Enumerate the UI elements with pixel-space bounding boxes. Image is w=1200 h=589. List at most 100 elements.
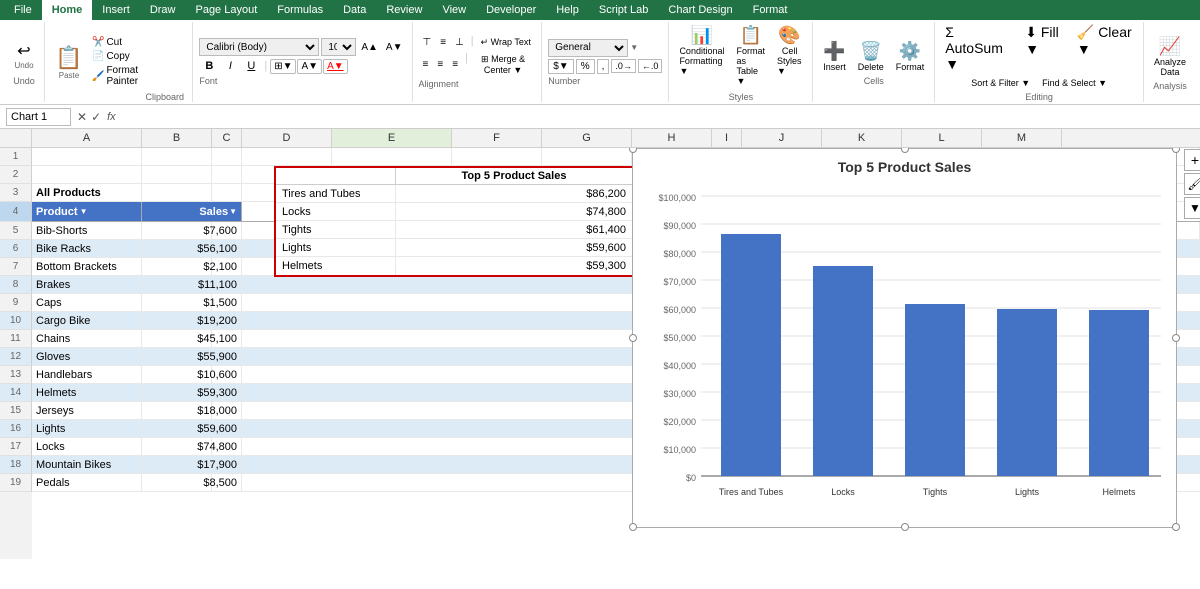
cell-c11[interactable]: $45,100 xyxy=(212,330,242,347)
ribbon-tab-developer[interactable]: Developer xyxy=(476,0,546,20)
ribbon-tab-insert[interactable]: Insert xyxy=(92,0,140,20)
row-num-3[interactable]: 3 xyxy=(0,184,32,202)
cell-c3[interactable] xyxy=(212,184,242,201)
row-num-2[interactable]: 2 xyxy=(0,166,32,184)
col-header-d[interactable]: D xyxy=(242,129,332,147)
cell-b2[interactable] xyxy=(142,166,212,183)
insert-button[interactable]: ➕ Insert xyxy=(819,39,850,74)
cell-a12[interactable]: Gloves xyxy=(32,348,142,365)
cell-c5[interactable]: $7,600 xyxy=(212,222,242,239)
conditional-formatting-button[interactable]: 📊 Conditional Formatting ▼ xyxy=(675,23,728,88)
format-button[interactable]: ⚙️ Format xyxy=(892,39,929,74)
ribbon-tab-scriptlab[interactable]: Script Lab xyxy=(589,0,659,20)
row-num-15[interactable]: 15 xyxy=(0,402,32,420)
cut-button[interactable]: ✂️Cut xyxy=(89,36,141,49)
cell-c8[interactable]: $11,100 xyxy=(212,276,242,293)
col-header-m[interactable]: M xyxy=(982,129,1062,147)
decrease-decimal-button[interactable]: ←.0 xyxy=(638,59,663,73)
sort-filter-button[interactable]: Sort & Filter ▼ xyxy=(967,76,1034,90)
paste-button[interactable]: 📋 Paste xyxy=(51,22,87,102)
top5-row-2[interactable]: Locks $74,800 xyxy=(276,203,632,221)
cell-b5[interactable] xyxy=(142,222,212,239)
resize-handle-bm[interactable] xyxy=(901,523,909,531)
cell-c17[interactable]: $74,800 xyxy=(212,438,242,455)
cell-styles-button[interactable]: 🎨 Cell Styles ▼ xyxy=(773,23,806,88)
font-size-select[interactable]: 10 xyxy=(321,38,356,56)
cell-reference-input[interactable] xyxy=(6,108,71,126)
formula-input[interactable] xyxy=(120,110,1194,124)
italic-button[interactable]: I xyxy=(220,58,240,74)
ribbon-tab-review[interactable]: Review xyxy=(376,0,432,20)
ribbon-tab-help[interactable]: Help xyxy=(546,0,589,20)
top5-row-1[interactable]: Tires and Tubes $86,200 xyxy=(276,185,632,203)
cell-c2[interactable] xyxy=(212,166,242,183)
col-header-b[interactable]: B xyxy=(142,129,212,147)
formula-bar-cross[interactable]: ✕ xyxy=(77,110,87,124)
cell-c15[interactable]: $18,000 xyxy=(212,402,242,419)
resize-handle-ml[interactable] xyxy=(629,334,637,342)
cell-a19[interactable]: Pedals xyxy=(32,474,142,491)
cell-a14[interactable]: Helmets xyxy=(32,384,142,401)
cell-c7[interactable]: $2,100 xyxy=(212,258,242,275)
row-num-18[interactable]: 18 xyxy=(0,456,32,474)
border-button[interactable]: ⊞▼ xyxy=(270,59,296,74)
underline-button[interactable]: U xyxy=(241,58,261,74)
cell-c16[interactable]: $59,600 xyxy=(212,420,242,437)
cell-a11[interactable]: Chains xyxy=(32,330,142,347)
increase-decimal-button[interactable]: .0→ xyxy=(611,59,636,73)
row-num-19[interactable]: 19 xyxy=(0,474,32,492)
cell-b3[interactable] xyxy=(142,184,212,201)
cell-a15[interactable]: Jerseys xyxy=(32,402,142,419)
fill-button[interactable]: ⬇ Fill ▼ xyxy=(1021,22,1069,74)
cell-a17[interactable]: Locks xyxy=(32,438,142,455)
align-left-button[interactable]: ≡ xyxy=(419,52,433,77)
ribbon-tab-formulas[interactable]: Formulas xyxy=(267,0,333,20)
format-painter-button[interactable]: 🖌️Format Painter xyxy=(89,64,141,88)
formula-bar-fx[interactable]: fx xyxy=(107,111,116,123)
row-num-5[interactable]: 5 xyxy=(0,222,32,240)
row-num-13[interactable]: 13 xyxy=(0,366,32,384)
align-middle-button[interactable]: ≡ xyxy=(436,35,450,50)
ribbon-tab-draw[interactable]: Draw xyxy=(140,0,186,20)
align-right-button[interactable]: ≡ xyxy=(448,52,462,77)
top5-row-4[interactable]: Lights $59,600 xyxy=(276,239,632,257)
row-num-8[interactable]: 8 xyxy=(0,276,32,294)
resize-handle-bl[interactable] xyxy=(629,523,637,531)
comma-button[interactable]: , xyxy=(597,59,610,74)
row-num-11[interactable]: 11 xyxy=(0,330,32,348)
row-num-4[interactable]: 4 xyxy=(0,202,32,222)
cell-a16[interactable]: Lights xyxy=(32,420,142,437)
row-num-6[interactable]: 6 xyxy=(0,240,32,258)
currency-button[interactable]: $▼ xyxy=(548,59,573,74)
cell-b9[interactable] xyxy=(142,294,212,311)
row-num-10[interactable]: 10 xyxy=(0,312,32,330)
cell-c19[interactable]: $8,500 xyxy=(212,474,242,491)
chart-add-element-button[interactable]: + xyxy=(1184,149,1200,171)
autosum-button[interactable]: Σ AutoSum ▼ xyxy=(941,22,1017,74)
ribbon-tab-home[interactable]: Home xyxy=(42,0,93,20)
format-as-table-button[interactable]: 📋 Format as Table ▼ xyxy=(732,23,769,88)
row-num-9[interactable]: 9 xyxy=(0,294,32,312)
decrease-font-button[interactable]: A▼ xyxy=(383,40,406,55)
row-num-16[interactable]: 16 xyxy=(0,420,32,438)
cell-a4-header[interactable]: Product ▼ xyxy=(32,202,142,221)
col-header-g[interactable]: G xyxy=(542,129,632,147)
ribbon-tab-pagelayout[interactable]: Page Layout xyxy=(185,0,267,20)
formula-bar-check[interactable]: ✓ xyxy=(91,110,101,124)
chart-filter-button[interactable]: ▼ xyxy=(1184,197,1200,219)
copy-button[interactable]: 📄Copy xyxy=(89,50,141,63)
row-num-12[interactable]: 12 xyxy=(0,348,32,366)
cell-c4-header[interactable]: Sales ▼ xyxy=(212,202,242,221)
cell-d1[interactable] xyxy=(242,148,332,165)
increase-font-button[interactable]: A▲ xyxy=(358,40,381,55)
row-num-1[interactable]: 1 xyxy=(0,148,32,166)
row-num-7[interactable]: 7 xyxy=(0,258,32,276)
col-header-c[interactable]: C xyxy=(212,129,242,147)
wrap-text-button[interactable]: ↵ Wrap Text xyxy=(477,35,535,50)
resize-handle-br[interactable] xyxy=(1172,523,1180,531)
undo-button[interactable]: ↩ Undo xyxy=(10,39,38,72)
align-center-button[interactable]: ≡ xyxy=(433,52,447,77)
chart-container[interactable]: Top 5 Product Sales $100,000 $90,000 $80… xyxy=(632,148,1177,528)
fill-color-button[interactable]: A▼ xyxy=(297,59,322,74)
number-format-select[interactable]: General xyxy=(548,39,628,57)
